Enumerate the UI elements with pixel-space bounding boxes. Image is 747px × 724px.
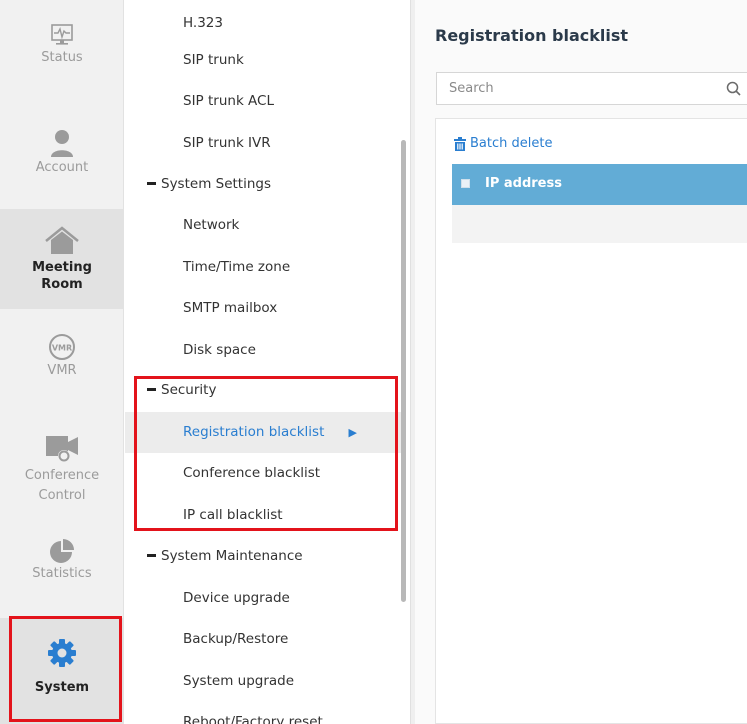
rail-label-meeting-room: Meeting Room xyxy=(32,260,92,292)
menu-item-h323[interactable]: H.323 xyxy=(125,3,401,44)
table-empty-row xyxy=(452,205,747,243)
rail-label-status: Status xyxy=(41,50,83,65)
main-panel: Registration blacklist Search Batch dele… xyxy=(415,0,747,724)
home-icon xyxy=(45,226,79,254)
group-label: System Settings xyxy=(161,176,272,192)
menu-item-reboot-factory-reset[interactable]: Reboot/Factory reset xyxy=(125,702,401,724)
highlight-system-nav xyxy=(9,616,122,722)
user-icon xyxy=(51,130,73,157)
collapse-dash-icon xyxy=(147,181,156,185)
rail-item-conference-control[interactable]: Conference Control xyxy=(0,432,124,522)
monitor-pulse-icon xyxy=(51,24,73,45)
menu-item-sip-trunk-ivr[interactable]: SIP trunk IVR xyxy=(125,123,401,164)
rail-label-conference-control: Conference Control xyxy=(24,468,100,503)
menu-item-sip-trunk-acl[interactable]: SIP trunk ACL xyxy=(125,81,401,122)
app-root: Status Account Meeting Room VMR VMR Conf… xyxy=(0,0,747,724)
blacklist-card: Batch delete IP address xyxy=(435,118,747,724)
page-title: Registration blacklist xyxy=(435,26,629,45)
menu-group-system-settings[interactable]: System Settings xyxy=(125,164,401,205)
rail-item-vmr[interactable]: VMR VMR xyxy=(0,333,124,393)
search-icon[interactable] xyxy=(725,80,743,98)
menu-item-sip-trunk[interactable]: SIP trunk xyxy=(125,40,401,81)
menu-group-system-maintenance[interactable]: System Maintenance xyxy=(125,536,401,577)
menu-item-backup-restore[interactable]: Backup/Restore xyxy=(125,619,401,660)
search-placeholder: Search xyxy=(449,81,494,96)
rail-label-vmr: VMR xyxy=(47,363,77,378)
menu-item-network[interactable]: Network xyxy=(125,205,401,246)
rail-label-account: Account xyxy=(35,160,89,175)
group-label: System Maintenance xyxy=(161,548,303,564)
menu-item-disk-space[interactable]: Disk space xyxy=(125,330,401,371)
submenu-scrollbar-thumb[interactable] xyxy=(401,140,406,602)
menu-item-time-zone[interactable]: Time/Time zone xyxy=(125,247,401,288)
rail-item-account[interactable]: Account xyxy=(0,128,124,190)
select-all-checkbox[interactable] xyxy=(461,179,470,188)
trash-icon xyxy=(454,136,466,151)
rail-item-status[interactable]: Status xyxy=(0,22,124,102)
rail-item-statistics[interactable]: Statistics xyxy=(0,538,124,598)
vmr-icon: VMR xyxy=(49,334,75,360)
video-camera-gear-icon xyxy=(46,436,78,462)
menu-item-system-upgrade[interactable]: System upgrade xyxy=(125,661,401,702)
menu-item-device-upgrade[interactable]: Device upgrade xyxy=(125,578,401,619)
batch-delete-label: Batch delete xyxy=(470,136,553,151)
table-header: IP address xyxy=(452,164,747,205)
rail-item-meeting-room[interactable]: Meeting Room xyxy=(0,209,124,309)
batch-delete-button[interactable]: Batch delete xyxy=(453,136,552,151)
submenu: H.323 SIP trunk SIP trunk ACL SIP trunk … xyxy=(125,0,401,724)
menu-item-smtp-mailbox[interactable]: SMTP mailbox xyxy=(125,288,401,329)
column-header-ip-address[interactable]: IP address xyxy=(485,176,562,191)
search-input[interactable]: Search xyxy=(436,72,747,105)
rail-label-statistics: Statistics xyxy=(32,566,92,581)
highlight-security-group xyxy=(134,376,398,531)
pie-chart-icon xyxy=(50,539,74,563)
svg-text:VMR: VMR xyxy=(52,344,72,353)
collapse-dash-icon xyxy=(147,553,156,557)
